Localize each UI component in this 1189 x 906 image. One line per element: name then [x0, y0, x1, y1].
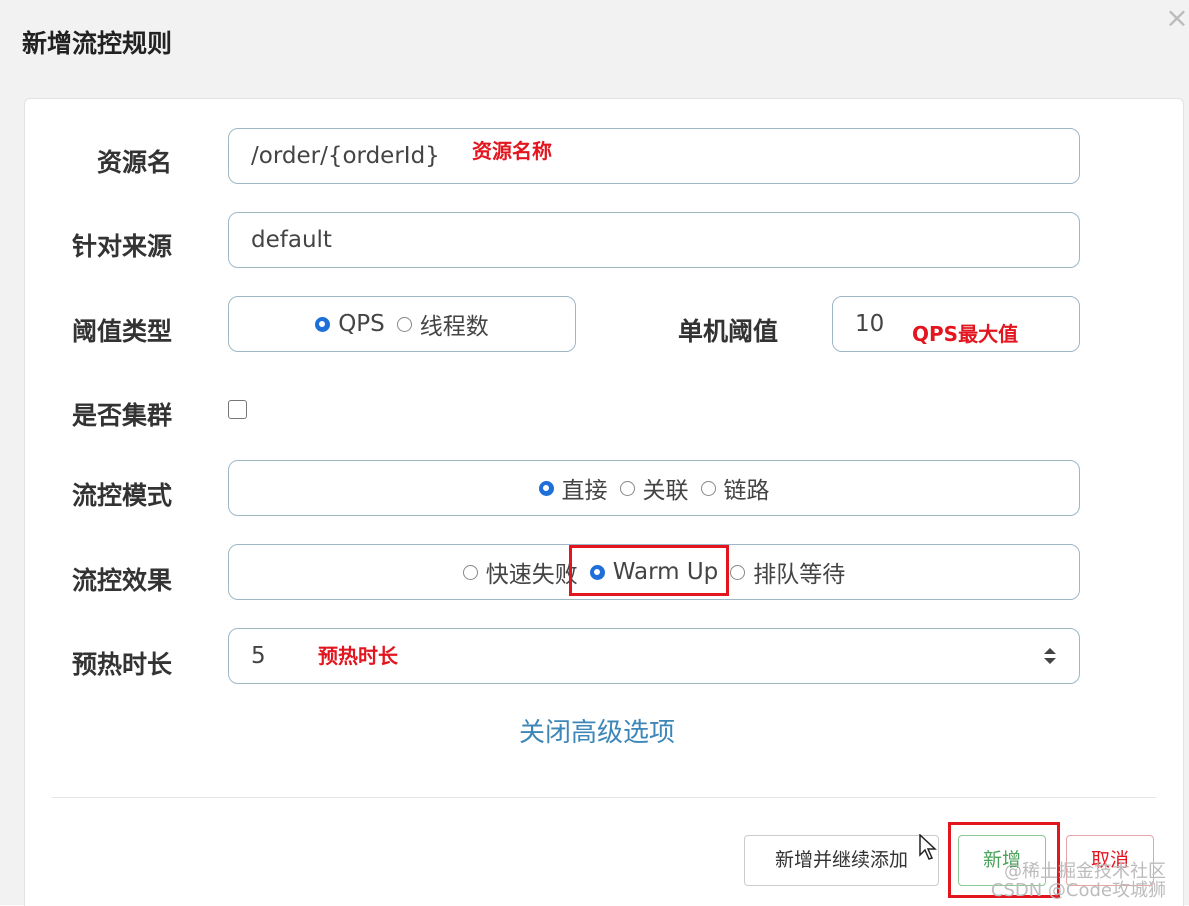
radio-unchecked-icon [700, 480, 716, 496]
radio-grade-thread-label: 线程数 [419, 314, 489, 340]
cluster-checkbox[interactable] [228, 400, 247, 419]
warmup-value: 5 [251, 643, 266, 669]
warmup-annotation: 预热时长 [318, 644, 398, 668]
warmup-label: 预热时长 [71, 650, 172, 679]
close-icon[interactable]: × [1165, 4, 1189, 32]
watermark-line-1: @稀土掘金技术社区 [1004, 861, 1166, 882]
radio-unchecked-icon [462, 564, 478, 580]
radio-strategy-direct[interactable]: 直接 [538, 471, 608, 505]
radio-checked-icon [315, 316, 331, 332]
close-advanced-options-link[interactable]: 关闭高级选项 [519, 712, 675, 749]
resource-annotation: 资源名称 [472, 139, 552, 163]
radio-unchecked-icon [730, 564, 746, 580]
radio-strategy-relate-label: 关联 [642, 478, 689, 504]
watermark: @稀土掘金技术社区 CSDN @Code攻城狮 [990, 862, 1166, 900]
mouse-cursor-icon [919, 834, 937, 860]
strategy-label: 流控模式 [71, 481, 172, 510]
radio-behavior-queue[interactable]: 排队等待 [730, 555, 845, 589]
radio-grade-thread[interactable]: 线程数 [396, 307, 489, 341]
radio-unchecked-icon [619, 480, 635, 496]
stepper-arrows-icon[interactable] [1041, 645, 1059, 667]
threshold-annotation: QPS最大值 [912, 322, 1019, 346]
threshold-value: 10 [855, 311, 885, 337]
grade-radio-group: QPS 线程数 [228, 296, 576, 352]
resource-input[interactable]: /order/{orderId} [228, 128, 1080, 184]
control-behavior-label: 流控效果 [71, 566, 172, 595]
radio-behavior-fast-fail[interactable]: 快速失败 [462, 555, 578, 589]
radio-checked-icon [538, 480, 554, 496]
resource-label: 资源名 [96, 148, 172, 177]
radio-strategy-chain[interactable]: 链路 [700, 471, 770, 505]
strategy-radio-group: 直接 关联 链路 [228, 460, 1080, 516]
radio-strategy-direct-label: 直接 [561, 478, 608, 504]
footer-divider [52, 797, 1156, 798]
dialog-header: 新增流控规则 × [0, 0, 1189, 92]
dialog-title: 新增流控规则 [22, 29, 173, 58]
limit-app-input[interactable]: default [228, 212, 1080, 268]
limit-app-value: default [251, 227, 332, 253]
warm-up-highlight-box [569, 545, 729, 596]
radio-strategy-relate[interactable]: 关联 [619, 471, 689, 505]
radio-behavior-fast-fail-label: 快速失败 [485, 562, 578, 588]
radio-grade-qps-label: QPS [338, 311, 385, 337]
radio-unchecked-icon [396, 316, 412, 332]
cluster-label: 是否集群 [71, 401, 172, 430]
watermark-line-2: CSDN @Code攻城狮 [990, 880, 1166, 901]
resource-value: /order/{orderId} [251, 143, 440, 169]
add-flow-rule-dialog: 新增流控规则 × 资源名 /order/{orderId} 资源名称 针对来源 … [0, 0, 1189, 906]
threshold-label: 单机阈值 [677, 317, 778, 346]
radio-grade-qps[interactable]: QPS [315, 311, 385, 337]
radio-behavior-queue-label: 排队等待 [753, 562, 846, 588]
radio-strategy-chain-label: 链路 [723, 478, 770, 504]
limit-app-label: 针对来源 [71, 232, 172, 261]
grade-label: 阈值类型 [71, 317, 172, 346]
add-and-continue-button[interactable]: 新增并继续添加 [744, 835, 939, 886]
